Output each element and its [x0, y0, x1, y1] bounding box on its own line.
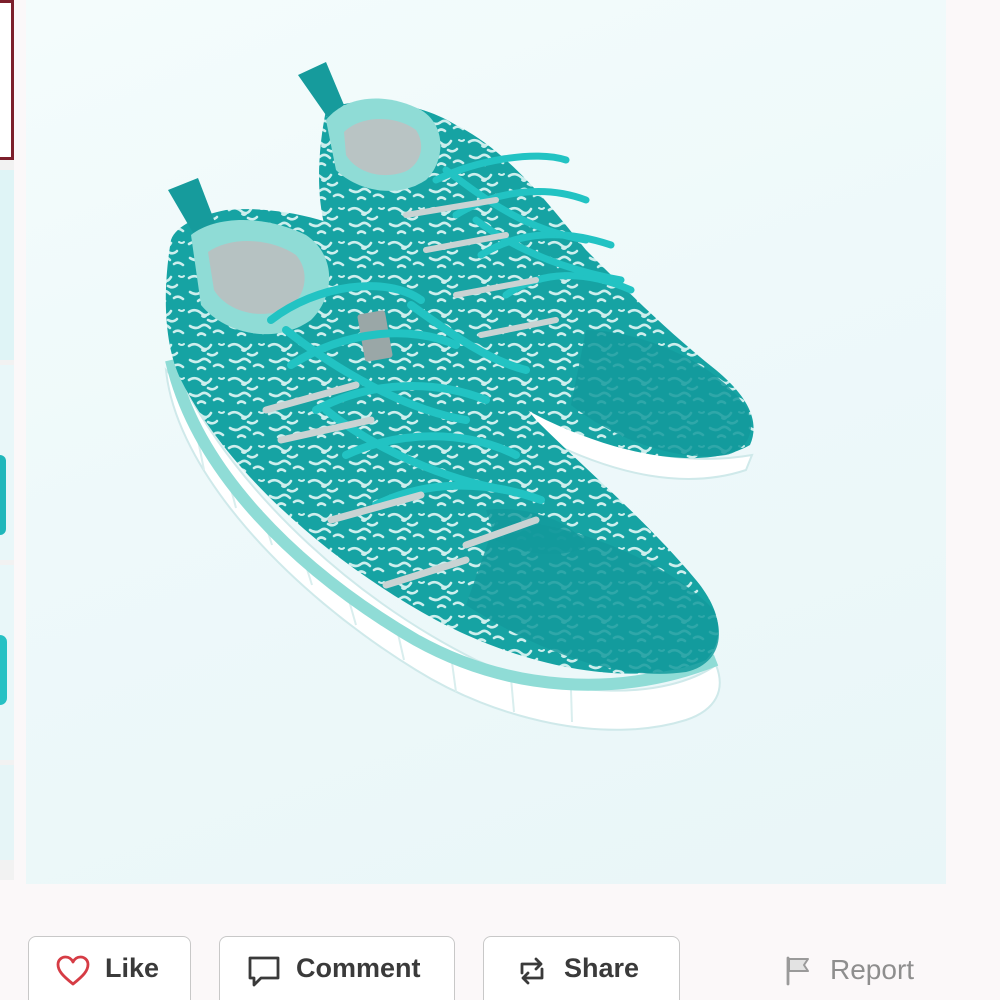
thumbnail-3[interactable] [0, 365, 14, 560]
like-label: Like [105, 953, 160, 983]
comment-label: Comment [296, 953, 421, 983]
share-label: Share [564, 953, 640, 983]
action-bar: Like Comment Share Report [0, 884, 1000, 1000]
speech-bubble-icon [248, 956, 280, 987]
sneakers-illustration [164, 62, 754, 731]
right-gutter [946, 0, 1000, 884]
thumbnail-strip [0, 0, 14, 880]
like-button[interactable]: Like [28, 936, 191, 1000]
repost-icon [520, 957, 544, 985]
heart-icon [56, 955, 90, 986]
thumbnail-5[interactable] [0, 765, 14, 860]
comment-button[interactable]: Comment [219, 936, 455, 1000]
report-label: Report [830, 954, 915, 985]
flag-icon [786, 956, 809, 986]
product-photo[interactable] [26, 0, 946, 884]
share-button[interactable]: Share [483, 936, 680, 1000]
thumbnail-2[interactable] [0, 170, 14, 360]
thumbnail-4-preview [0, 635, 7, 705]
report-link[interactable]: Report [782, 954, 914, 986]
thumbnail-1-selected[interactable] [0, 0, 14, 160]
thumbnail-3-preview [0, 455, 6, 535]
thumbnail-4[interactable] [0, 565, 14, 760]
